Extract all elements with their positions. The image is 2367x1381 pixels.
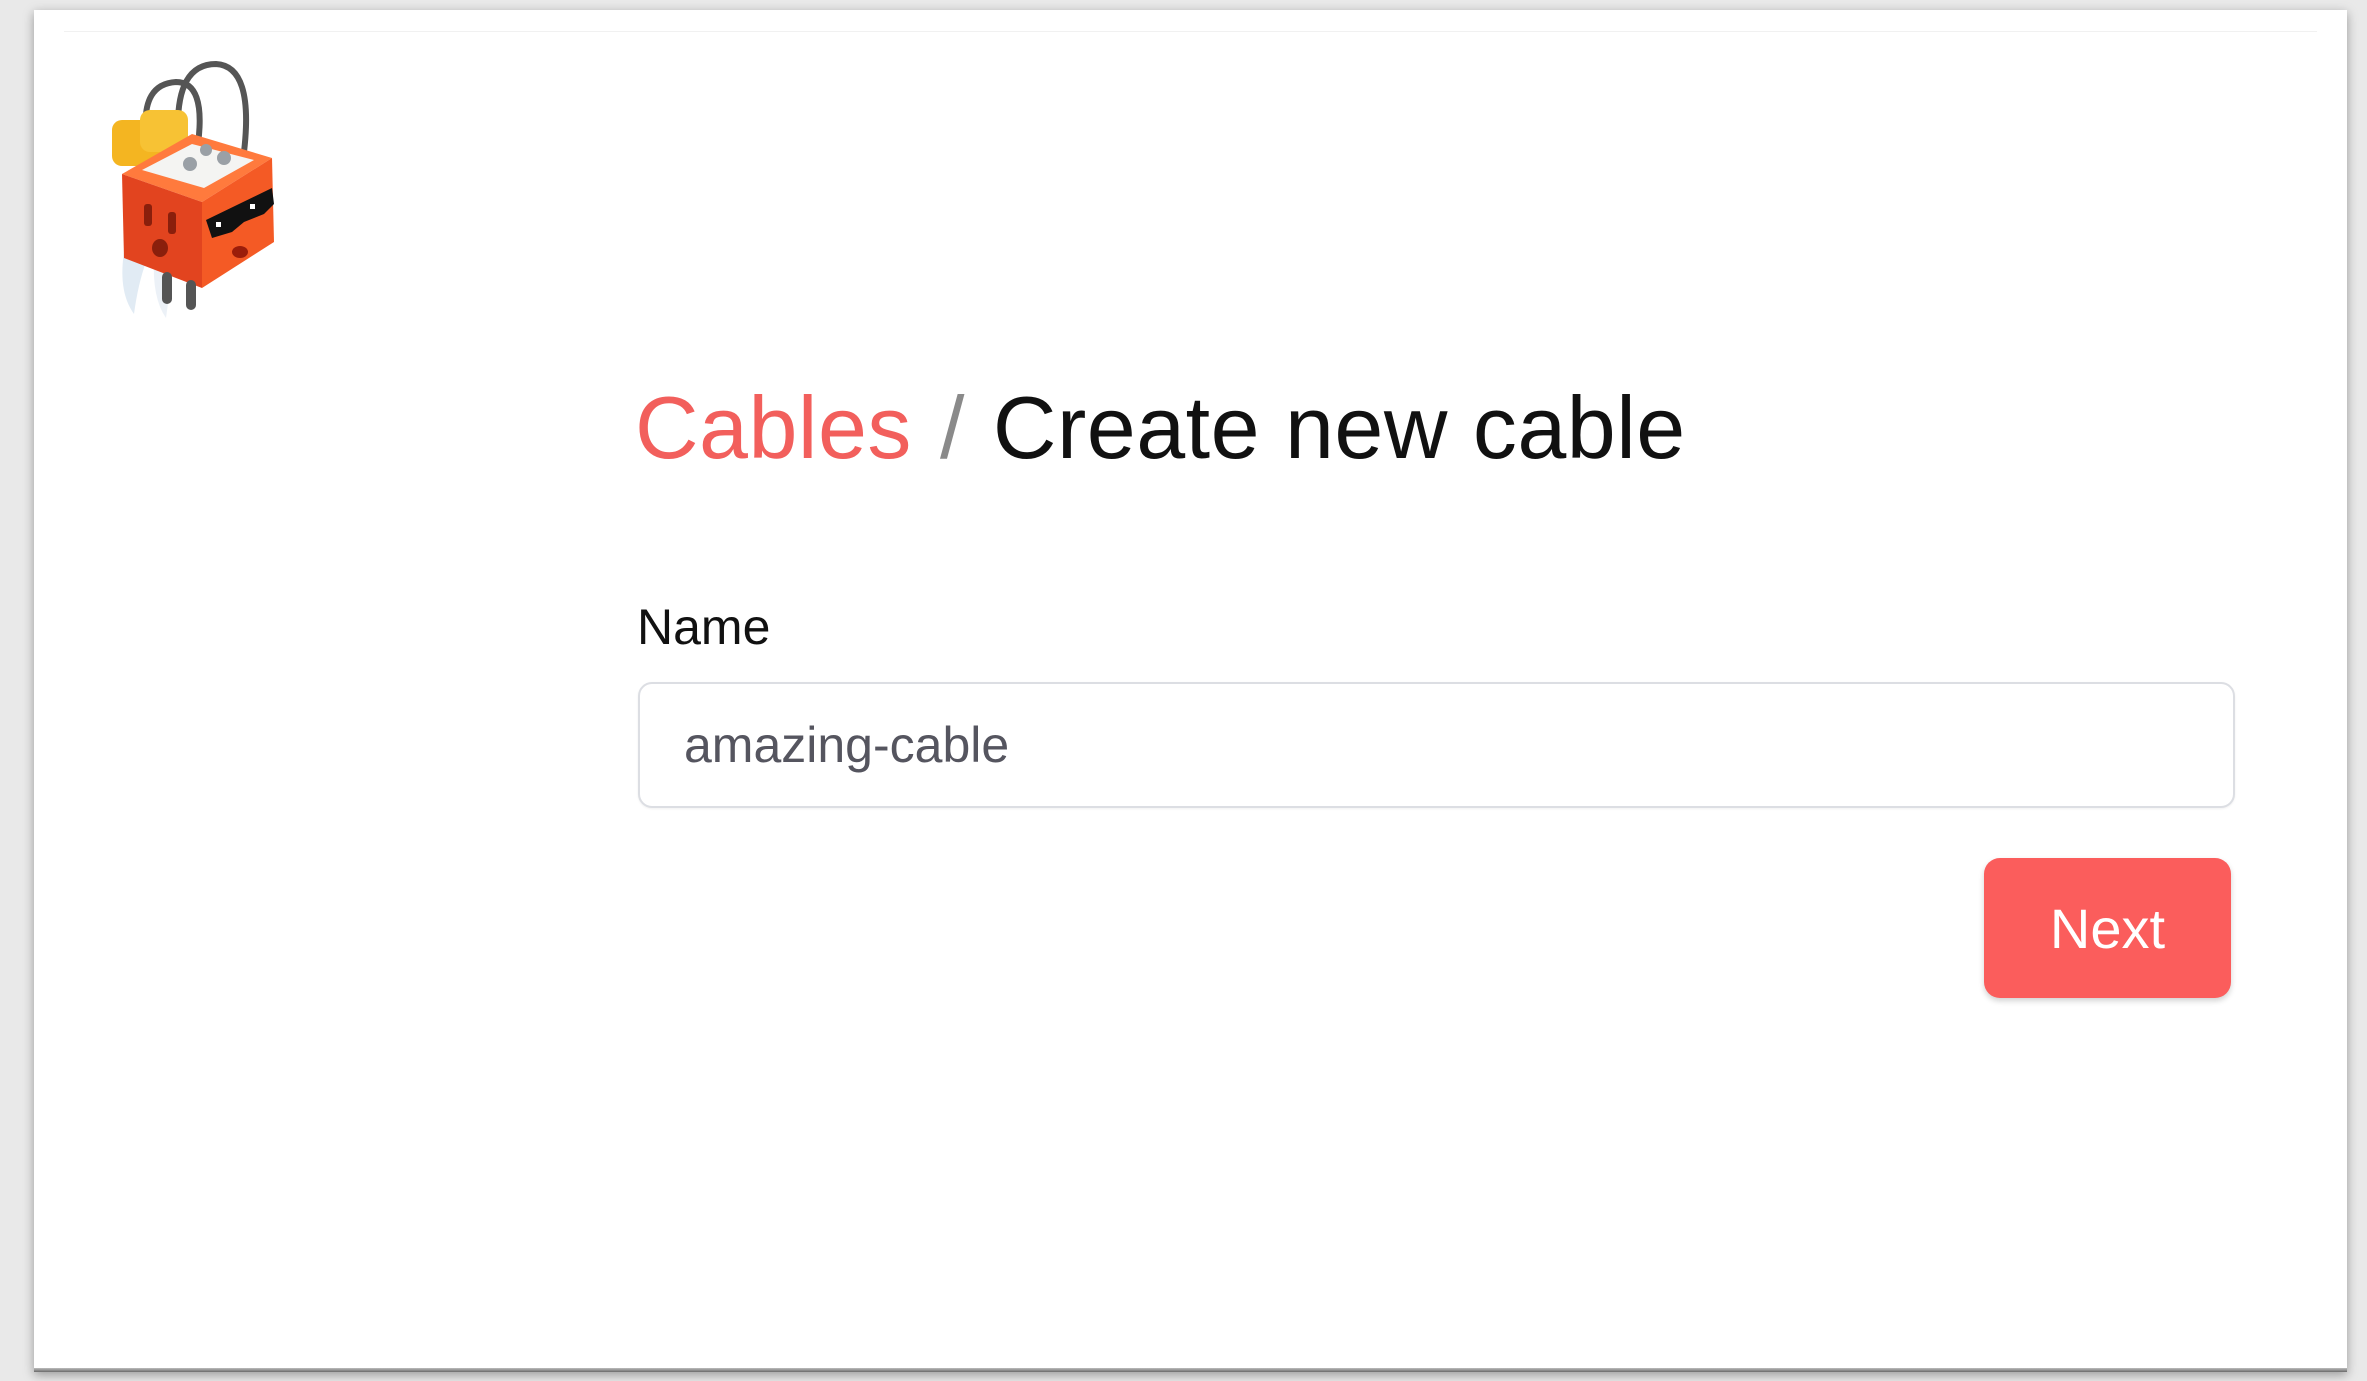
name-input[interactable] bbox=[638, 682, 2235, 808]
name-field-label: Name bbox=[637, 599, 771, 655]
app-window: Cables / Create new cable Name Next bbox=[34, 10, 2347, 1372]
breadcrumb-link-cables[interactable]: Cables bbox=[635, 378, 912, 477]
breadcrumb-separator: / bbox=[939, 378, 965, 477]
next-button[interactable]: Next bbox=[1984, 858, 2231, 998]
divider bbox=[64, 31, 2317, 32]
page-title: Create new cable bbox=[992, 378, 1686, 477]
power-outlet-mascot-icon bbox=[112, 60, 274, 318]
breadcrumb: Cables / Create new cable bbox=[635, 368, 1686, 488]
